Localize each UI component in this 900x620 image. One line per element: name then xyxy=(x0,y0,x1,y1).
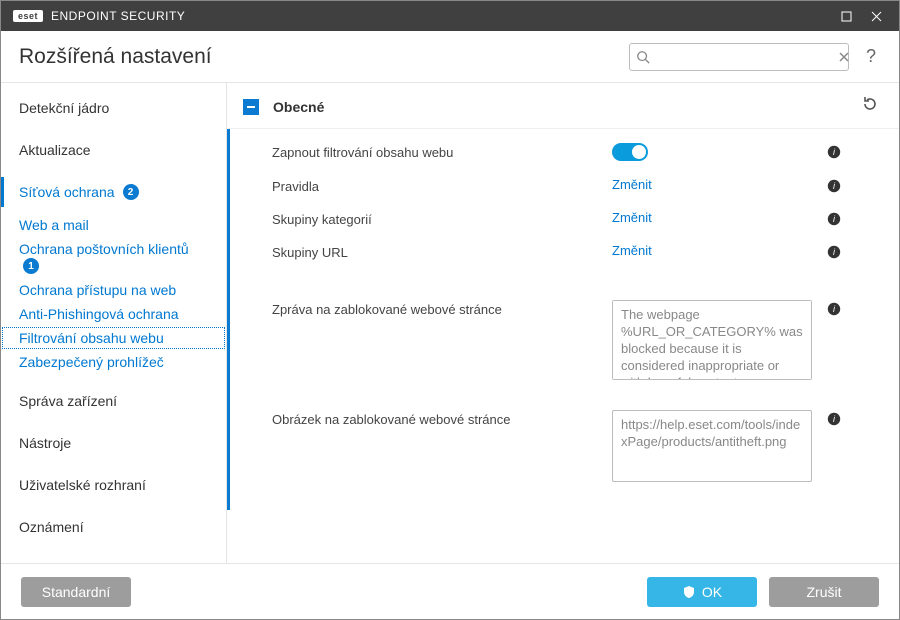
main-panel: Obecné Zapnout filtrování obsahu webu i xyxy=(226,83,899,563)
sidebar-sub-web-access[interactable]: Ochrana přístupu na web xyxy=(1,278,226,302)
row-enable-filter: Zapnout filtrování obsahu webu i xyxy=(230,135,899,169)
ok-button[interactable]: OK xyxy=(647,577,757,607)
link-rules-edit[interactable]: Změnit xyxy=(612,177,652,192)
section-header-general: Obecné xyxy=(227,83,899,129)
row-category-groups: Skupiny kategorií Změnit i xyxy=(230,202,899,235)
titlebar: eset ENDPOINT SECURITY xyxy=(1,1,899,31)
settings-rows: Zapnout filtrování obsahu webu i Pravidl… xyxy=(227,129,899,510)
sidebar: Detekční jádro Aktualizace Síťová ochran… xyxy=(1,83,226,563)
sidebar-item-network-protection[interactable]: Síťová ochrana 2 xyxy=(1,177,226,207)
row-blocked-image: Obrázek na zablokované webové stránce i xyxy=(230,402,899,490)
label-url-groups: Skupiny URL xyxy=(272,243,612,260)
search-icon xyxy=(636,50,650,64)
sidebar-item-tools[interactable]: Nástroje xyxy=(1,428,226,458)
info-icon[interactable]: i xyxy=(822,243,846,259)
sidebar-sub-mail-clients[interactable]: Ochrana poštovních klientů 1 xyxy=(1,237,226,278)
sidebar-sub-web-mail[interactable]: Web a mail xyxy=(1,213,226,237)
sidebar-item-detection-core[interactable]: Detekční jádro xyxy=(1,93,226,123)
label-category-groups: Skupiny kategorií xyxy=(272,210,612,227)
row-rules: Pravidla Změnit i xyxy=(230,169,899,202)
link-url-groups-edit[interactable]: Změnit xyxy=(612,243,652,258)
app-window: eset ENDPOINT SECURITY Rozšířená nastave… xyxy=(0,0,900,620)
shield-icon xyxy=(682,585,696,599)
sidebar-sub-antiphishing[interactable]: Anti-Phishingová ochrana xyxy=(1,302,226,326)
window-maximize-button[interactable] xyxy=(831,1,861,31)
textarea-blocked-message[interactable] xyxy=(612,300,812,380)
clear-search-icon[interactable] xyxy=(838,51,850,63)
brand-logo: eset xyxy=(13,10,43,22)
default-button[interactable]: Standardní xyxy=(21,577,131,607)
toggle-enable-filter[interactable] xyxy=(612,143,648,161)
section-title: Obecné xyxy=(273,99,861,115)
sidebar-item-ui[interactable]: Uživatelské rozhraní xyxy=(1,470,226,500)
textarea-blocked-image[interactable] xyxy=(612,410,812,482)
info-icon[interactable]: i xyxy=(822,143,846,159)
info-icon[interactable]: i xyxy=(822,210,846,226)
label-enable-filter: Zapnout filtrování obsahu webu xyxy=(272,143,612,160)
search-box[interactable] xyxy=(629,43,849,71)
info-icon[interactable]: i xyxy=(822,177,846,193)
row-url-groups: Skupiny URL Změnit i xyxy=(230,235,899,268)
badge-network: 2 xyxy=(123,184,139,200)
brand-text: ENDPOINT SECURITY xyxy=(51,9,185,23)
sidebar-item-device-control[interactable]: Správa zařízení xyxy=(1,386,226,416)
header: Rozšířená nastavení ? xyxy=(1,31,899,83)
info-icon[interactable]: i xyxy=(822,410,846,426)
row-blocked-message: Zpráva na zablokované webové stránce i xyxy=(230,292,899,388)
sidebar-item-update[interactable]: Aktualizace xyxy=(1,135,226,165)
search-input[interactable] xyxy=(650,49,838,64)
cancel-button[interactable]: Zrušit xyxy=(769,577,879,607)
footer: Standardní OK Zrušit xyxy=(1,563,899,619)
label-blocked-message: Zpráva na zablokované webové stránce xyxy=(272,300,612,317)
label-blocked-image: Obrázek na zablokované webové stránce xyxy=(272,410,612,427)
body: Detekční jádro Aktualizace Síťová ochran… xyxy=(1,83,899,563)
sidebar-item-notifications[interactable]: Oznámení xyxy=(1,512,226,542)
badge-mail: 1 xyxy=(23,258,39,274)
label-rules: Pravidla xyxy=(272,177,612,194)
sidebar-sub-secure-browser[interactable]: Zabezpečený prohlížeč xyxy=(1,350,226,374)
page-title: Rozšířená nastavení xyxy=(19,45,212,69)
help-button[interactable]: ? xyxy=(861,46,881,67)
link-category-groups-edit[interactable]: Změnit xyxy=(612,210,652,225)
info-icon[interactable]: i xyxy=(822,300,846,316)
reset-icon[interactable] xyxy=(861,95,879,118)
sidebar-sub-web-content-filter[interactable]: Filtrování obsahu webu xyxy=(1,326,226,350)
brand: eset ENDPOINT SECURITY xyxy=(13,9,185,23)
window-close-button[interactable] xyxy=(861,1,891,31)
collapse-icon[interactable] xyxy=(243,99,259,115)
